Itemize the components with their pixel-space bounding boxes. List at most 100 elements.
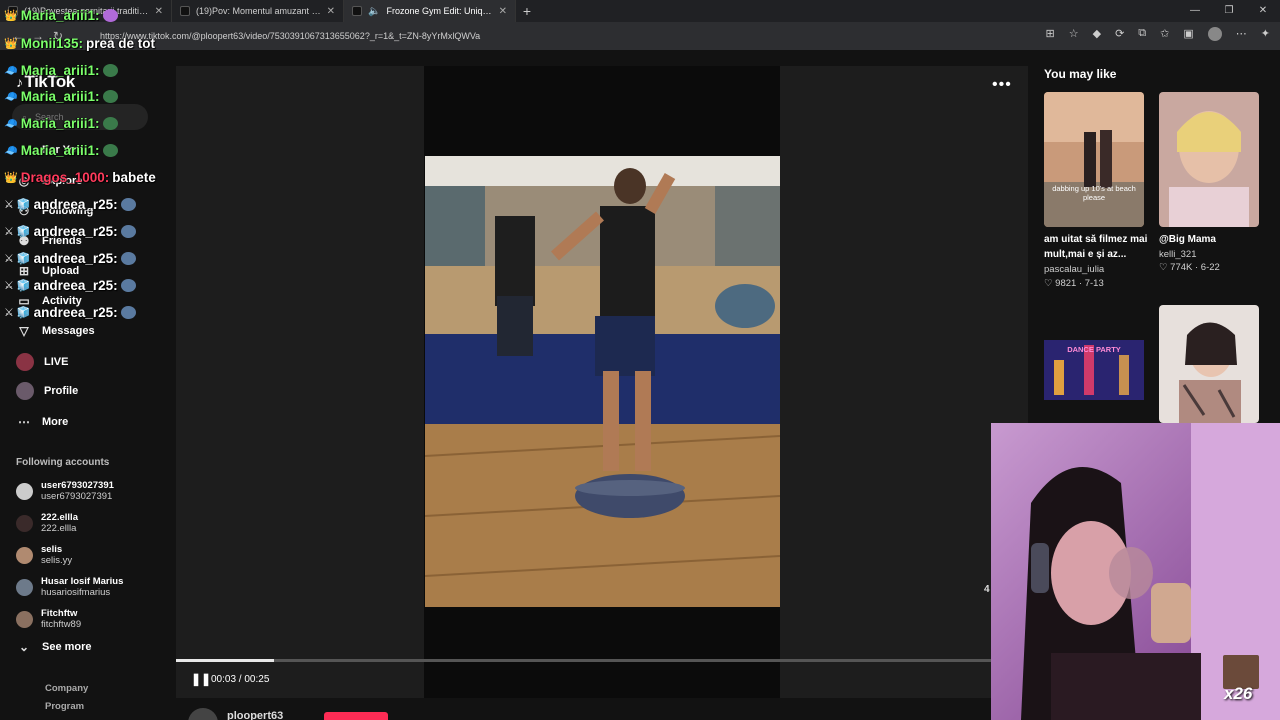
- thumbnail-dance-party-image: [1044, 340, 1144, 400]
- pause-icon[interactable]: ❚❚: [191, 672, 211, 686]
- person-emote-icon: [120, 251, 136, 265]
- more-options-icon[interactable]: •••: [992, 76, 1012, 94]
- url-field[interactable]: https://www.tiktok.com/@ploopert63/video…: [100, 27, 1060, 45]
- sidebar-item-more[interactable]: ⋯ More: [16, 411, 68, 433]
- browser-tab-2[interactable]: (19)Pov: Momentul amuzant când ✕: [172, 0, 344, 22]
- recommended-video-meta: ♡ 9821 · 7-13: [1044, 278, 1104, 289]
- frog-emote-icon: [102, 143, 118, 157]
- recommended-video-thumbnail[interactable]: [1159, 92, 1259, 227]
- chat-username: Maria_ariii1:: [20, 115, 100, 131]
- chat-message: ⚔ 🧊 andreea_r25:: [4, 195, 136, 213]
- chat-username: andreea_r25:: [33, 304, 118, 320]
- chat-message: 🧢 Maria_ariii1:: [4, 141, 118, 159]
- person-emote-icon: [120, 224, 136, 238]
- crown-badge-icon: 👑: [4, 37, 18, 50]
- copilot-icon[interactable]: ✦: [1261, 27, 1270, 41]
- following-account[interactable]: selis selis.yy: [16, 544, 72, 566]
- frog-emote-icon: [102, 63, 118, 77]
- chat-message: 🧢 Maria_ariii1:: [4, 114, 118, 132]
- chat-username: andreea_r25:: [33, 250, 118, 266]
- footer-link-company[interactable]: Company: [45, 683, 88, 694]
- extensions-puzzle-icon[interactable]: ⧉: [1138, 27, 1146, 41]
- recommended-video-user[interactable]: pascalau_iulia: [1044, 264, 1104, 275]
- crown-badge-icon: 👑: [4, 9, 18, 22]
- author-avatar[interactable]: [188, 708, 218, 720]
- footer-link-program[interactable]: Program: [45, 701, 84, 712]
- favorite-star-icon[interactable]: ☆: [1069, 27, 1079, 41]
- chat-text: babete: [112, 169, 156, 185]
- close-tab-icon[interactable]: ✕: [327, 6, 335, 17]
- recommended-video-thumbnail[interactable]: DANCE PARTY: [1044, 305, 1144, 405]
- send-icon: ▽: [19, 324, 29, 338]
- app-icon[interactable]: ⊞: [1046, 27, 1055, 41]
- tab-strip: (19)Povestea garnitarii traditionale ✕ (…: [0, 0, 1280, 22]
- sidebar-item-live[interactable]: LIVE: [16, 351, 68, 373]
- favorites-icon[interactable]: ✩: [1160, 27, 1169, 41]
- cube-badge-icon: 🧊: [16, 279, 31, 292]
- thumbnail-tattoo-portrait-image: [1159, 305, 1259, 423]
- video-progress-bar[interactable]: [176, 659, 991, 662]
- recommended-video-meta: ♡ 774K · 6-22: [1159, 262, 1220, 273]
- chat-username: Maria_ariii1:: [20, 88, 100, 104]
- profile-avatar[interactable]: [1207, 27, 1222, 41]
- speaker-icon[interactable]: 🔈: [368, 6, 380, 17]
- collections-icon[interactable]: ▣: [1183, 27, 1193, 41]
- cap-badge-icon: 🧢: [4, 117, 18, 130]
- recommended-video-user[interactable]: kelli_321: [1159, 249, 1197, 260]
- close-tab-icon[interactable]: ✕: [155, 6, 163, 17]
- chat-message: ⚔ 🧊 andreea_r25:: [4, 303, 136, 321]
- ellipsis-icon: ⋯: [18, 415, 30, 429]
- window-controls: — ❐ ✕: [1178, 0, 1280, 22]
- close-tab-icon[interactable]: ✕: [499, 6, 507, 17]
- chat-message: 🧢 Maria_ariii1:: [4, 61, 118, 79]
- author-name[interactable]: ploopert63: [227, 710, 283, 720]
- cube-badge-icon: 🧊: [16, 306, 31, 319]
- chat-message: ⚔ 🧊 andreea_r25:: [4, 276, 136, 294]
- follow-button[interactable]: [324, 712, 388, 720]
- following-account[interactable]: 222.ellla 222.ellla: [16, 512, 78, 534]
- address-bar: ← → ↻ https://www.tiktok.com/@ploopert63…: [0, 22, 1280, 50]
- browser-toolbar: ⊞ ☆ ◆ ⟳ ⧉ ✩ ▣ ⋯ ✦: [1046, 27, 1270, 41]
- recommended-video-thumbnail[interactable]: dabbing up 10's at beach please: [1044, 92, 1144, 227]
- avatar: [16, 610, 33, 628]
- sword-badge-icon: ⚔: [4, 198, 14, 211]
- tab-title: (19)Pov: Momentul amuzant când: [196, 6, 321, 16]
- chat-username: andreea_r25:: [33, 196, 118, 212]
- frog-emote-icon: [102, 116, 118, 130]
- maximize-icon[interactable]: ❐: [1212, 0, 1246, 22]
- cube-badge-icon: 🧊: [16, 252, 31, 265]
- avatar: [16, 546, 33, 564]
- avatar: [16, 482, 33, 500]
- minimize-icon[interactable]: —: [1178, 0, 1212, 22]
- chat-message: 👑 Monii135: prea de tot: [4, 34, 155, 52]
- new-tab-button[interactable]: +: [516, 3, 538, 19]
- extension-icon[interactable]: ◆: [1093, 27, 1101, 41]
- overlay-number: 4: [984, 584, 990, 595]
- following-account[interactable]: Fitchftw fitchftw89: [16, 608, 81, 630]
- following-account[interactable]: Husar Iosif Marius husariosifmarius: [16, 576, 123, 598]
- cap-badge-icon: 🧢: [4, 144, 18, 157]
- sword-badge-icon: ⚔: [4, 279, 14, 292]
- recommended-video-title[interactable]: @Big Mama: [1159, 232, 1263, 247]
- following-account[interactable]: user6793027391 user6793027391: [16, 480, 114, 502]
- cap-badge-icon: 🧢: [4, 90, 18, 103]
- chat-username: Dragos_1000:: [20, 169, 110, 185]
- chat-message: 👑 Dragos_1000: babete: [4, 168, 156, 186]
- tiktok-favicon-icon: [352, 6, 362, 16]
- cube-badge-icon: 🧊: [16, 198, 31, 211]
- sword-badge-icon: ⚔: [4, 225, 14, 238]
- video-player[interactable]: [425, 156, 780, 607]
- sidebar-item-messages[interactable]: ▽ Messages: [16, 320, 94, 342]
- menu-ellipsis-icon[interactable]: ⋯: [1236, 27, 1247, 41]
- refresh-extension-icon[interactable]: ⟳: [1115, 27, 1124, 41]
- sword-badge-icon: ⚔: [4, 306, 14, 319]
- recommended-video-thumbnail[interactable]: [1159, 305, 1259, 423]
- see-more-button[interactable]: ⌄ See more: [16, 636, 92, 658]
- recommended-video-title[interactable]: am uitat să filmez mai mult,mai e și az.…: [1044, 232, 1148, 262]
- chat-username: andreea_r25:: [33, 277, 118, 293]
- chat-message: ⚔ 🧊 andreea_r25:: [4, 222, 136, 240]
- browser-tab-3[interactable]: 🔈 Frozone Gym Edit: Unique M ✕: [344, 0, 516, 22]
- sidebar-item-profile[interactable]: Profile: [16, 380, 78, 402]
- chat-message: 🧢 Maria_ariii1:: [4, 87, 118, 105]
- close-window-icon[interactable]: ✕: [1246, 0, 1280, 22]
